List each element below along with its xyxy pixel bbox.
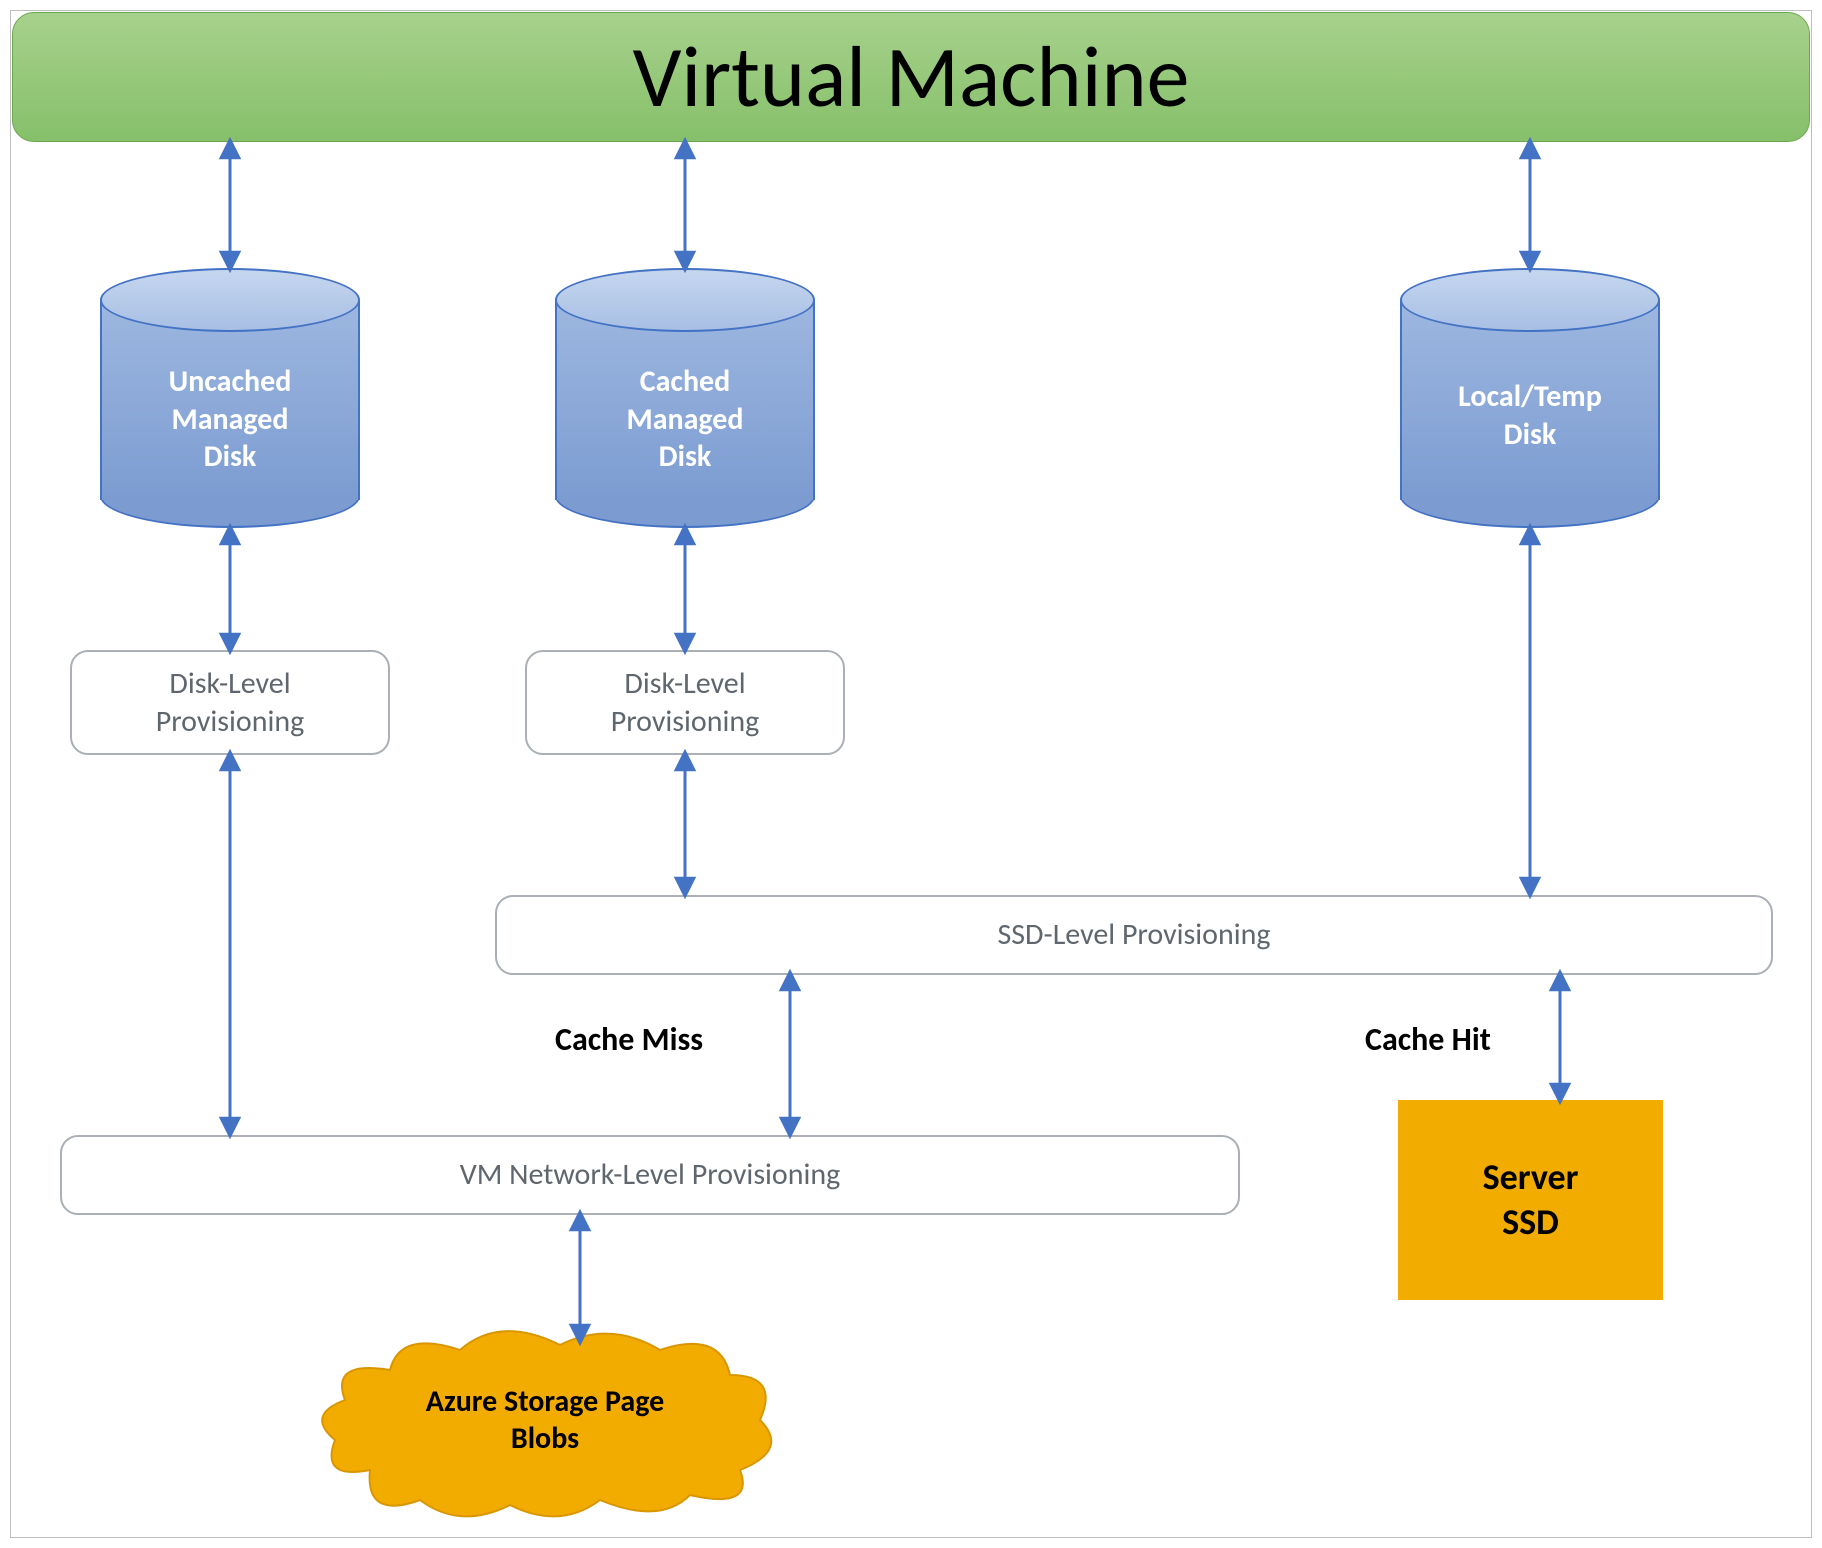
box-vm-network-provisioning-label: VM Network-Level Provisioning	[460, 1156, 841, 1194]
cloud-label: Azure Storage Page Blobs	[426, 1383, 664, 1458]
cylinder-uncached-label: Uncached Managed Disk	[100, 363, 360, 476]
cloud-azure-storage: Azure Storage Page Blobs	[310, 1320, 780, 1520]
box-ssd-provisioning-label: SSD-Level Provisioning	[997, 916, 1270, 954]
box-server-ssd-label: Server SSD	[1483, 1155, 1579, 1245]
cylinder-local-label: Local/Temp Disk	[1400, 378, 1660, 453]
box-disk-provisioning-2-label: Disk-Level Provisioning	[611, 665, 760, 740]
cylinder-local-disk: Local/Temp Disk	[1400, 268, 1660, 528]
cylinder-cached-label: Cached Managed Disk	[555, 363, 815, 476]
label-cache-hit: Cache Hit	[1365, 1020, 1491, 1059]
label-cache-miss: Cache Miss	[555, 1020, 703, 1059]
box-ssd-provisioning: SSD-Level Provisioning	[495, 895, 1773, 975]
diagram-canvas: Virtual Machine Uncached Managed Disk Ca…	[0, 0, 1822, 1548]
title-bar: Virtual Machine	[12, 12, 1810, 142]
box-server-ssd: Server SSD	[1398, 1100, 1663, 1300]
box-vm-network-provisioning: VM Network-Level Provisioning	[60, 1135, 1240, 1215]
box-disk-provisioning-1: Disk-Level Provisioning	[70, 650, 390, 755]
title-text: Virtual Machine	[633, 25, 1190, 130]
box-disk-provisioning-1-label: Disk-Level Provisioning	[156, 665, 305, 740]
cylinder-cached-disk: Cached Managed Disk	[555, 268, 815, 528]
box-disk-provisioning-2: Disk-Level Provisioning	[525, 650, 845, 755]
outer-frame	[10, 10, 1812, 1538]
cylinder-uncached-disk: Uncached Managed Disk	[100, 268, 360, 528]
